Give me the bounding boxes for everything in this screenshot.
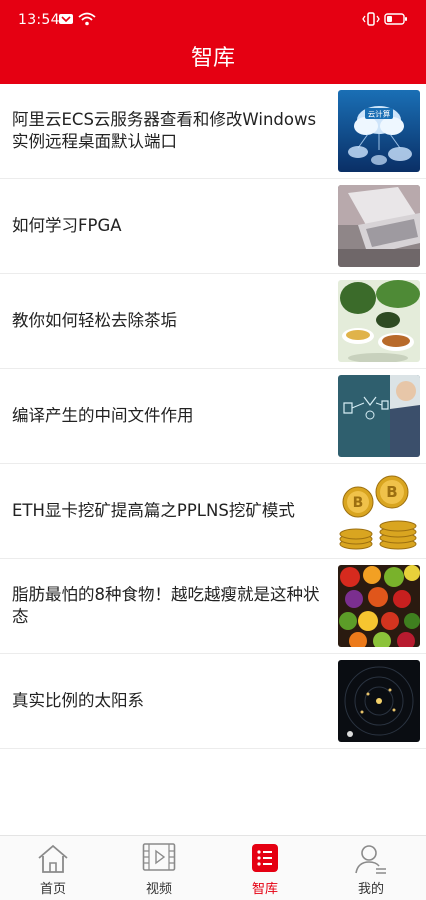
tab-video[interactable]: 视频 <box>106 836 212 900</box>
tab-home[interactable]: 首页 <box>0 836 106 900</box>
article-title: 编译产生的中间文件作用 <box>12 406 194 425</box>
list-icon <box>251 842 279 878</box>
video-icon <box>142 842 176 876</box>
article-thumbnail <box>338 565 420 647</box>
list-item[interactable]: 教你如何轻松去除茶垢 <box>0 274 426 369</box>
article-thumbnail: B B <box>338 470 420 552</box>
tab-mine[interactable]: 我的 <box>318 836 424 900</box>
list-item[interactable]: 编译产生的中间文件作用 <box>0 369 426 464</box>
article-title: 脂肪最怕的8种食物！越吃越瘦就是这种状态 <box>12 585 320 626</box>
profile-icon <box>354 842 388 880</box>
home-icon <box>36 842 70 880</box>
article-thumbnail: 云计算 <box>338 90 420 172</box>
tab-label: 视频 <box>145 882 172 897</box>
bottom-tab-bar: 首页 视频 智库 我的 <box>0 835 426 900</box>
wifi-icon <box>78 12 96 30</box>
tab-zhiku[interactable]: 智库 <box>212 836 318 900</box>
svg-text:B: B <box>353 495 364 511</box>
list-item[interactable]: 阿里云ECS云服务器查看和修改Windows实例远程桌面默认端口 云计算 <box>0 84 426 179</box>
article-title: 教你如何轻松去除茶垢 <box>12 311 177 330</box>
article-thumbnail <box>338 660 420 742</box>
list-item[interactable]: 如何学习FPGA <box>0 179 426 274</box>
list-item[interactable]: 真实比例的太阳系 <box>0 654 426 749</box>
article-thumbnail <box>338 375 420 457</box>
vibrate-icon <box>362 12 380 30</box>
article-thumbnail <box>338 185 420 267</box>
status-bar: 13:54 <box>0 0 426 40</box>
status-time: 13:54 <box>18 12 60 28</box>
svg-text:B: B <box>386 483 397 501</box>
tab-label: 智库 <box>251 882 278 897</box>
page-title-bar: 智库 <box>0 40 426 84</box>
article-list: 阿里云ECS云服务器查看和修改Windows实例远程桌面默认端口 云计算 如何学… <box>0 84 426 749</box>
thumb-label: 云计算 <box>368 109 391 119</box>
mail-notification-icon <box>58 12 74 30</box>
article-title: 如何学习FPGA <box>12 216 122 235</box>
page-title: 智库 <box>190 46 235 71</box>
article-thumbnail <box>338 280 420 362</box>
article-title: ETH显卡挖矿提高篇之PPLNS挖矿模式 <box>12 501 295 520</box>
article-title: 阿里云ECS云服务器查看和修改Windows实例远程桌面默认端口 <box>12 110 317 151</box>
list-item[interactable]: 脂肪最怕的8种食物！越吃越瘦就是这种状态 <box>0 559 426 654</box>
tab-label: 我的 <box>357 882 384 897</box>
tab-label: 首页 <box>39 882 66 897</box>
battery-icon <box>384 12 408 30</box>
article-title: 真实比例的太阳系 <box>12 691 144 710</box>
list-item[interactable]: ETH显卡挖矿提高篇之PPLNS挖矿模式 B B <box>0 464 426 559</box>
